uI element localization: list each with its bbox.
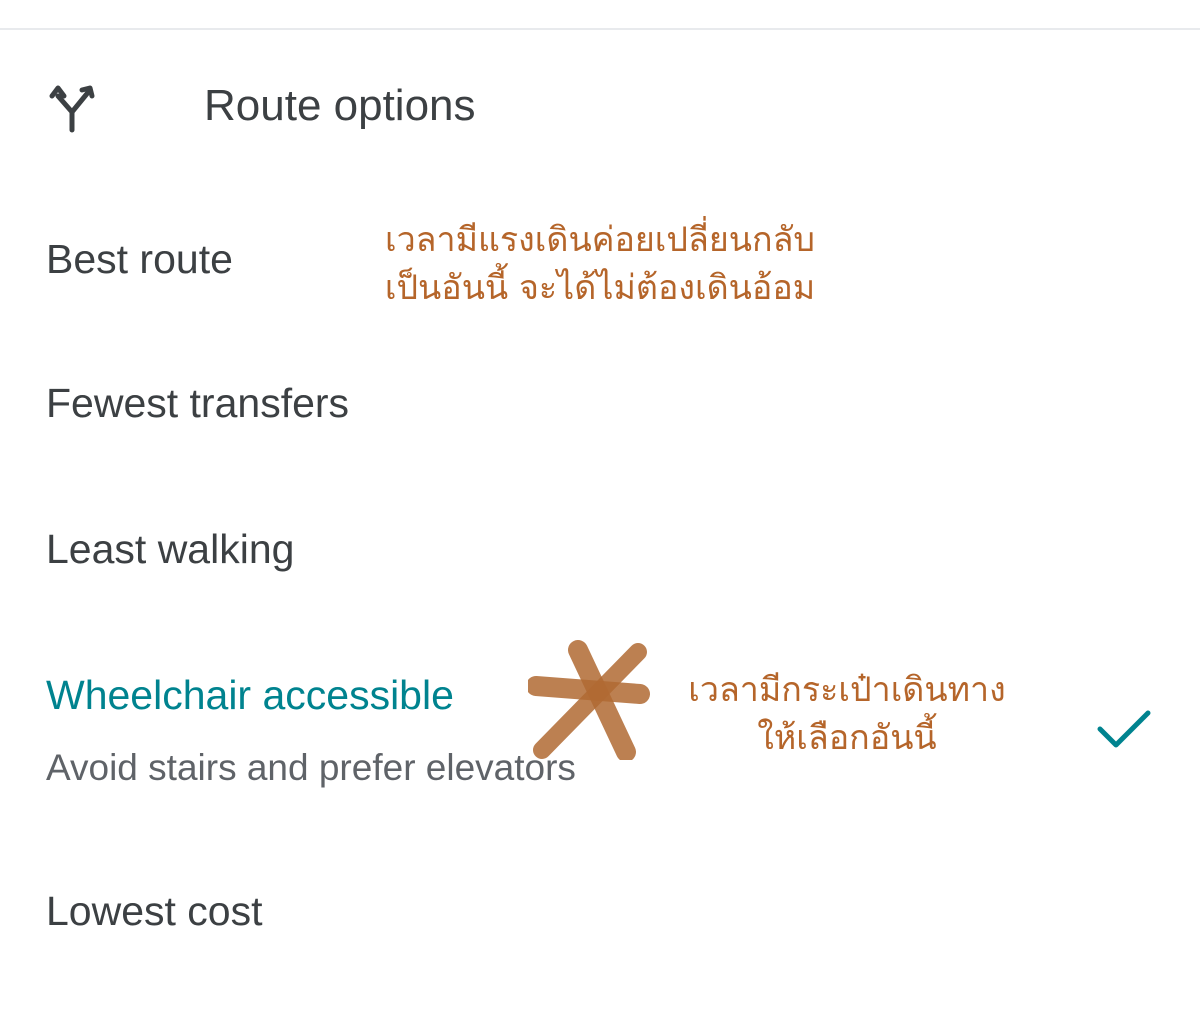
annotation-line: ให้เลือกอันนี้ <box>757 718 937 758</box>
route-options-header: Route options <box>0 60 1200 160</box>
route-fork-icon <box>49 85 95 133</box>
annotation-line: เวลามีกระเป๋าเดินทาง <box>688 670 1006 710</box>
option-label: Wheelchair accessible <box>46 672 454 718</box>
page-title: Route options <box>204 81 476 130</box>
annotation-line: เป็นอันนี้ จะได้ไม่ต้องเดินอ้อม <box>384 268 816 308</box>
top-divider <box>0 28 1200 30</box>
option-label: Lowest cost <box>46 888 263 934</box>
option-lowest-cost[interactable]: Lowest cost <box>0 860 1200 960</box>
option-sublabel: Avoid stairs and prefer elevators <box>46 747 576 788</box>
option-fewest-transfers[interactable]: Fewest transfers <box>0 355 1200 455</box>
check-icon <box>1097 710 1151 748</box>
option-least-walking[interactable]: Least walking <box>0 500 1200 600</box>
option-label: Fewest transfers <box>46 380 350 426</box>
option-label: Least walking <box>46 526 295 572</box>
best-route-annotation: เวลามีแรงเดินค่อยเปลี่ยนกลับ เป็นอันนี้ … <box>340 216 860 312</box>
wheelchair-annotation: เวลามีกระเป๋าเดินทาง ให้เลือกอันนี้ <box>662 666 1032 762</box>
annotation-line: เวลามีแรงเดินค่อยเปลี่ยนกลับ <box>384 220 816 260</box>
option-label: Best route <box>46 236 233 282</box>
